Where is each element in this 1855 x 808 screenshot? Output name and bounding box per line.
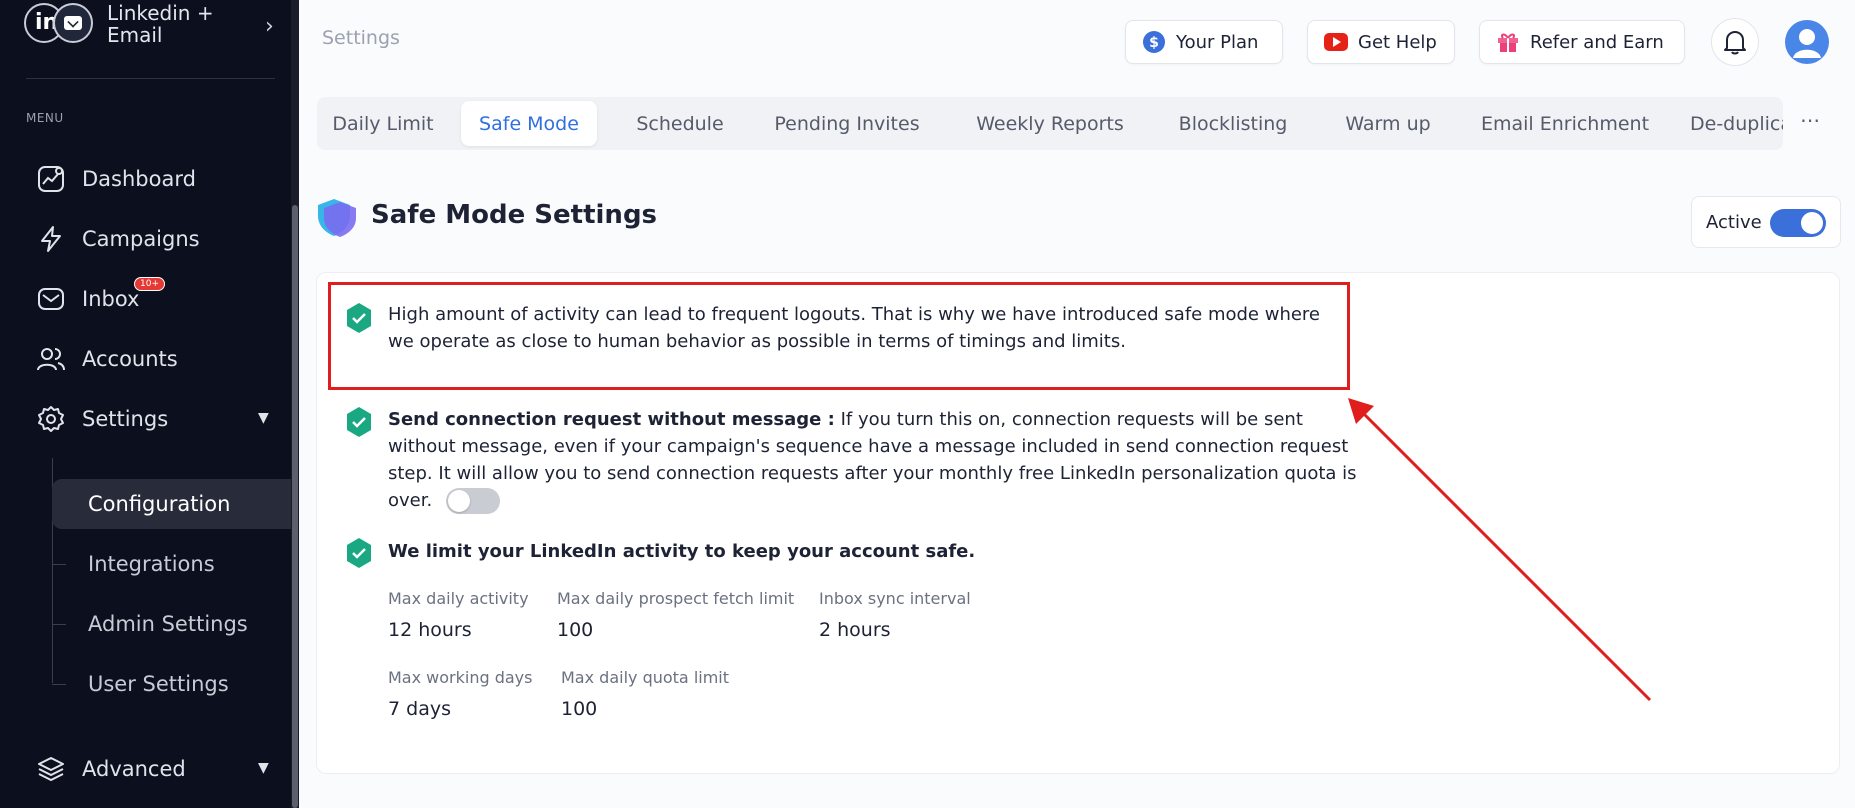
tab-daily-limit[interactable]: Daily Limit (321, 101, 445, 146)
sidebar-item-label: Inbox (82, 287, 140, 311)
sidebar-item-inbox[interactable]: Inbox 10+ (36, 277, 165, 319)
tree-tick (52, 563, 66, 565)
sidebar-sub-user-settings[interactable]: User Settings (52, 659, 287, 709)
account-switcher[interactable]: in Linkedin + Email › (24, 0, 284, 60)
tab-safe-mode[interactable]: Safe Mode (461, 101, 597, 146)
stat-value: 100 (557, 619, 594, 641)
chevron-right-icon: › (265, 14, 274, 39)
stat-label: Max working days (388, 668, 533, 687)
dollar-icon: $ (1142, 30, 1166, 54)
chart-icon (36, 164, 66, 194)
connection-note: Send connection request without message … (388, 406, 1373, 514)
tab-weekly-reports[interactable]: Weekly Reports (947, 101, 1153, 146)
settings-tabs: Daily Limit Safe Mode Schedule Pending I… (317, 97, 1783, 150)
unread-badge: 10+ (134, 277, 165, 291)
gift-icon (1496, 30, 1520, 54)
get-help-button[interactable]: Get Help (1307, 20, 1455, 64)
sidebar: in Linkedin + Email › MENU Dashboard Cam… (0, 0, 293, 808)
breadcrumb: Settings (322, 27, 400, 49)
caret-down-icon[interactable]: ▼ (258, 760, 269, 776)
sidebar-sub-label: Integrations (88, 552, 215, 576)
tab-email-enrichment[interactable]: Email Enrichment (1463, 101, 1667, 146)
gear-icon (36, 404, 66, 434)
annotation-arrow (1348, 398, 1652, 702)
sidebar-item-label: Campaigns (82, 227, 200, 251)
sidebar-item-label: Accounts (82, 347, 178, 371)
tab-schedule[interactable]: Schedule (613, 101, 747, 146)
sidebar-item-advanced[interactable]: Advanced (36, 749, 186, 789)
more-tabs-icon[interactable]: ⋯ (1800, 108, 1821, 132)
tree-tick (52, 683, 66, 685)
sidebar-sub-label: Admin Settings (88, 612, 248, 636)
tab-pending-invites[interactable]: Pending Invites (747, 101, 947, 146)
check-shield-icon (345, 406, 373, 438)
bolt-icon (36, 224, 66, 254)
sidebar-divider (26, 78, 275, 79)
sidebar-item-label: Settings (82, 407, 169, 431)
your-plan-label: Your Plan (1176, 31, 1259, 53)
stat-label: Max daily quota limit (561, 668, 730, 687)
stat-value: 2 hours (819, 619, 891, 641)
connection-note-title: Send connection request without message … (388, 409, 835, 430)
limit-note-title: We limit your LinkedIn activity to keep … (388, 541, 976, 562)
stat-value: 12 hours (388, 619, 472, 641)
caret-down-icon[interactable]: ▼ (258, 410, 269, 426)
email-icon (53, 3, 93, 43)
users-icon (36, 344, 66, 374)
user-avatar[interactable] (1785, 20, 1829, 64)
shield-icon (316, 196, 358, 242)
get-help-label: Get Help (1358, 31, 1437, 53)
check-shield-icon (345, 537, 373, 569)
your-plan-button[interactable]: $ Your Plan (1125, 20, 1283, 64)
sidebar-item-campaigns[interactable]: Campaigns (36, 219, 200, 259)
stat-value: 100 (561, 698, 598, 720)
sidebar-sub-configuration[interactable]: Configuration (52, 479, 292, 529)
sidebar-item-settings[interactable]: Settings (36, 399, 168, 439)
svg-text:$: $ (1149, 35, 1159, 51)
youtube-icon (1324, 33, 1348, 51)
safe-mode-active-control: Active (1691, 196, 1841, 248)
sidebar-scrollbar-thumb[interactable] (292, 205, 298, 808)
annotation-highlight-box (328, 282, 1350, 390)
sidebar-item-label: Advanced (82, 757, 186, 781)
sidebar-sub-admin-settings[interactable]: Admin Settings (52, 599, 287, 649)
refer-and-earn-label: Refer and Earn (1530, 31, 1664, 53)
layers-icon (36, 754, 66, 784)
refer-and-earn-button[interactable]: Refer and Earn (1479, 20, 1685, 64)
page-title: Safe Mode Settings (371, 200, 658, 230)
sidebar-item-label: Dashboard (82, 167, 196, 191)
safe-mode-toggle[interactable] (1770, 209, 1826, 237)
tab-deduplication-settings[interactable]: De-duplication Settin (1667, 101, 1783, 146)
toggle-knob (1801, 212, 1823, 234)
tab-blocklisting[interactable]: Blocklisting (1153, 101, 1313, 146)
tab-warm-up[interactable]: Warm up (1313, 101, 1463, 146)
sidebar-item-accounts[interactable]: Accounts (36, 339, 178, 379)
account-name: Linkedin + Email (107, 1, 214, 47)
sidebar-sub-label: Configuration (88, 492, 231, 516)
menu-label: MENU (26, 111, 64, 125)
stat-label: Max daily activity (388, 589, 529, 608)
toggle-knob (447, 490, 470, 512)
stat-label: Max daily prospect fetch limit (557, 589, 795, 608)
stat-value: 7 days (388, 698, 451, 720)
tree-tick (52, 623, 66, 625)
stat-label: Inbox sync interval (819, 589, 971, 608)
active-label: Active (1706, 211, 1762, 233)
inbox-icon (36, 284, 66, 314)
bell-icon[interactable] (1711, 18, 1759, 66)
sidebar-sub-label: User Settings (88, 672, 229, 696)
sidebar-item-dashboard[interactable]: Dashboard (36, 159, 196, 199)
sidebar-sub-integrations[interactable]: Integrations (52, 539, 287, 589)
connection-without-message-toggle[interactable] (445, 488, 500, 514)
